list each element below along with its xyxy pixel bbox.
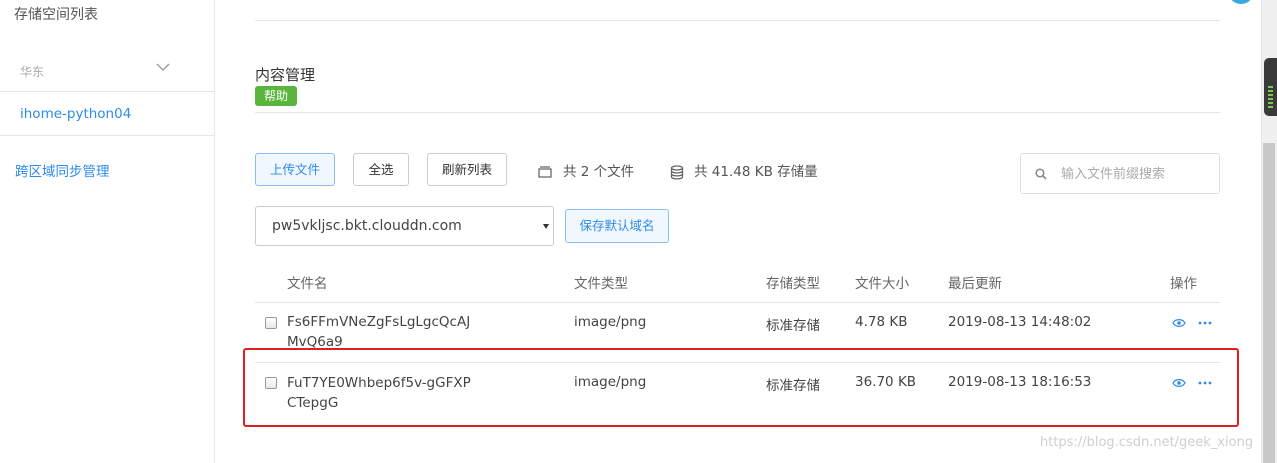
sidebar: 存储空间列表 华东 ihome-python04 跨区域同步管理 xyxy=(0,0,215,463)
meter-bar xyxy=(1268,102,1273,104)
storage-type: 标准存储 xyxy=(766,378,820,394)
divider xyxy=(255,302,1220,303)
upload-file-button[interactable]: 上传文件 xyxy=(255,153,335,186)
help-button[interactable]: 帮助 xyxy=(255,86,297,106)
row-checkbox[interactable] xyxy=(265,377,277,389)
avatar[interactable] xyxy=(1228,0,1254,4)
column-header-updated: 最后更新 xyxy=(948,276,1002,292)
column-header-type: 文件类型 xyxy=(574,276,628,292)
page-title: 内容管理 xyxy=(255,66,316,84)
meter-bar xyxy=(1268,98,1273,100)
sidebar-item-bucket[interactable]: ihome-python04 xyxy=(0,92,214,136)
file-type: image/png xyxy=(574,314,647,330)
eye-icon[interactable] xyxy=(1172,318,1186,328)
region-selector[interactable]: 华东 xyxy=(0,48,214,92)
search-icon xyxy=(1035,168,1047,180)
domain-selected-value: pw5vkljsc.bkt.clouddn.com xyxy=(272,218,462,234)
file-name[interactable]: FuT7YE0Whbep6f5v-gGFXPCTepgG xyxy=(287,373,477,413)
cross-region-sync-link[interactable]: 跨区域同步管理 xyxy=(15,160,110,180)
column-header-actions: 操作 xyxy=(1170,276,1197,292)
updated-time: 2019-08-13 18:16:53 xyxy=(948,374,1092,390)
caret-down-icon xyxy=(543,224,549,229)
bucket-name-link[interactable]: ihome-python04 xyxy=(20,106,131,122)
eye-icon[interactable] xyxy=(1172,378,1186,388)
database-icon xyxy=(670,164,684,180)
search-input[interactable] xyxy=(1061,164,1211,184)
file-count-stat: 共 2 个文件 xyxy=(537,160,634,180)
more-icon[interactable] xyxy=(1198,321,1212,325)
row-checkbox[interactable] xyxy=(265,317,277,329)
file-name[interactable]: Fs6FFmVNeZgFsLgLgcQcAJMvQ6a9 xyxy=(287,312,477,352)
storage-stat: 共 41.48 KB 存储量 xyxy=(670,160,818,180)
meter-bar xyxy=(1268,90,1273,92)
domain-select[interactable]: pw5vkljsc.bkt.clouddn.com xyxy=(255,206,554,246)
refresh-list-button[interactable]: 刷新列表 xyxy=(427,153,507,186)
storage-type: 标准存储 xyxy=(766,318,820,334)
file-icon xyxy=(538,166,552,178)
region-label: 华东 xyxy=(20,65,45,79)
meter-bar xyxy=(1268,106,1273,108)
meter-bar xyxy=(1268,86,1273,88)
column-header-size: 文件大小 xyxy=(855,276,909,292)
file-count-text: 共 2 个文件 xyxy=(563,164,635,180)
bucket-list-title: 存储空间列表 xyxy=(14,7,98,23)
divider xyxy=(255,20,1220,21)
watermark: https://blog.csdn.net/geek_xiong xyxy=(1040,435,1254,450)
chevron-down-icon[interactable] xyxy=(156,62,170,72)
search-box[interactable] xyxy=(1020,153,1220,194)
select-all-button[interactable]: 全选 xyxy=(353,153,409,186)
side-widget[interactable] xyxy=(1264,58,1277,116)
file-size: 36.70 KB xyxy=(855,374,917,390)
scrollbar-thumb[interactable] xyxy=(1263,143,1275,463)
storage-text: 共 41.48 KB 存储量 xyxy=(694,164,818,180)
divider xyxy=(255,362,1220,363)
meter-bar xyxy=(1268,94,1273,96)
updated-time: 2019-08-13 14:48:02 xyxy=(948,314,1092,330)
more-icon[interactable] xyxy=(1198,381,1212,385)
save-default-domain-button[interactable]: 保存默认域名 xyxy=(565,209,669,243)
file-size: 4.78 KB xyxy=(855,314,908,330)
column-header-name: 文件名 xyxy=(287,276,328,292)
file-type: image/png xyxy=(574,374,647,390)
column-header-storage-type: 存储类型 xyxy=(766,276,820,292)
divider xyxy=(255,112,1220,113)
